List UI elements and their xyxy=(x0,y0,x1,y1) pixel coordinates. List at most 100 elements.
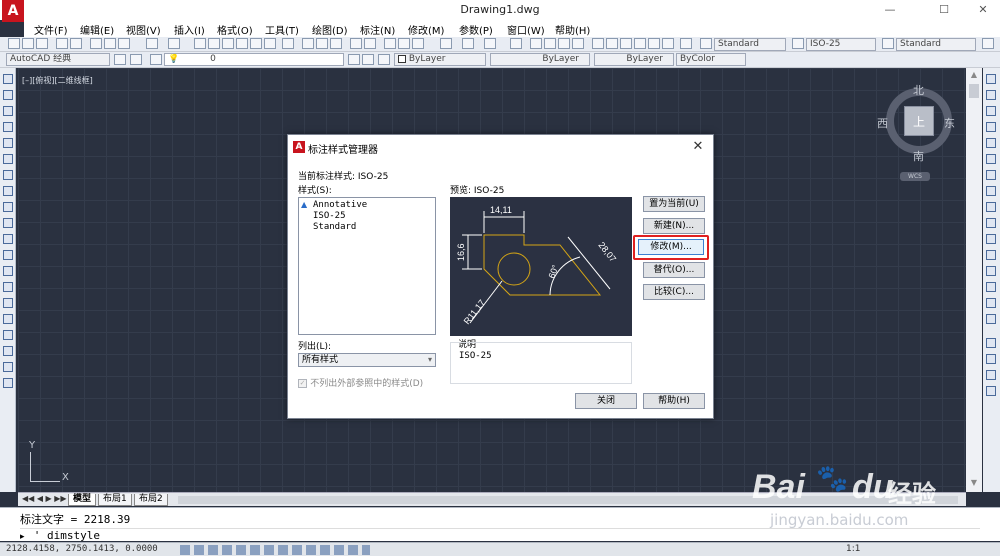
menu-window[interactable]: 窗口(W) xyxy=(507,22,545,37)
rectangle-icon[interactable] xyxy=(3,138,13,148)
stretch-icon[interactable] xyxy=(986,202,996,212)
menu-draw[interactable]: 绘图(D) xyxy=(312,22,348,37)
scroll-thumb[interactable] xyxy=(969,84,979,98)
print-preview-icon[interactable] xyxy=(70,38,82,49)
paste-icon-2[interactable] xyxy=(412,38,424,49)
draworder-icon[interactable] xyxy=(986,338,996,348)
arc-icon[interactable] xyxy=(3,154,13,164)
make-current-icon[interactable] xyxy=(348,54,360,65)
style-item-standard[interactable]: Standard xyxy=(313,222,356,232)
open-file-icon-2[interactable] xyxy=(316,38,328,49)
markup-icon[interactable] xyxy=(648,38,660,49)
copy-icon[interactable] xyxy=(104,38,116,49)
point-icon[interactable] xyxy=(3,282,13,292)
style-item-iso25[interactable]: ISO-25 xyxy=(313,211,346,221)
fillet-icon[interactable] xyxy=(986,298,996,308)
menu-tools[interactable]: 工具(T) xyxy=(265,22,299,37)
polygon-icon[interactable] xyxy=(3,122,13,132)
coordinates[interactable]: 2128.4158, 2750.1413, 0.0000 xyxy=(6,544,158,554)
menu-view[interactable]: 视图(V) xyxy=(126,22,161,37)
list-select[interactable]: 所有样式 ▾ xyxy=(298,353,436,367)
plotstyle-combo[interactable]: ByColor xyxy=(676,53,746,66)
properties-icon[interactable] xyxy=(222,38,234,49)
join-icon[interactable] xyxy=(986,266,996,276)
cut-icon[interactable] xyxy=(90,38,102,49)
xref-checkbox-row[interactable]: ✓ 不列出外部参照中的样式(D) xyxy=(298,376,423,389)
multileader-style-icon[interactable] xyxy=(982,38,994,49)
sheet-set-icon[interactable] xyxy=(634,38,646,49)
save-icon-2[interactable] xyxy=(330,38,342,49)
ellipse-arc-icon[interactable] xyxy=(3,234,13,244)
xref-checkbox[interactable]: ✓ xyxy=(298,378,307,388)
scroll-down-icon[interactable]: ▼ xyxy=(968,478,980,488)
ellipse-icon[interactable] xyxy=(3,218,13,228)
table-icon[interactable] xyxy=(3,346,13,356)
undo-icon-2[interactable] xyxy=(462,38,474,49)
array-icon[interactable] xyxy=(986,138,996,148)
tab-layout2[interactable]: 布局2 xyxy=(134,494,168,506)
offset-icon[interactable] xyxy=(986,122,996,132)
layer-iso-icon[interactable] xyxy=(378,54,390,65)
add-selected-icon[interactable] xyxy=(3,378,13,388)
zoom-window-icon[interactable] xyxy=(558,38,570,49)
app-logo[interactable]: A xyxy=(2,0,24,22)
minimize-button[interactable]: — xyxy=(875,2,905,18)
design-center-icon[interactable] xyxy=(236,38,248,49)
trim-icon[interactable] xyxy=(986,218,996,228)
help-button[interactable]: 帮助(H) xyxy=(643,393,705,409)
set-current-button[interactable]: 置为当前(U) xyxy=(643,196,705,212)
open-file-icon[interactable] xyxy=(22,38,34,49)
multiline-text-icon[interactable] xyxy=(3,362,13,372)
zoom-icon[interactable] xyxy=(208,38,220,49)
menu-help[interactable]: 帮助(H) xyxy=(555,22,590,37)
pan-icon-2[interactable] xyxy=(510,38,522,49)
annotation-scale[interactable]: 1:1 xyxy=(846,544,860,554)
menu-insert[interactable]: 插入(I) xyxy=(174,22,205,37)
compass-west[interactable]: 西 xyxy=(877,115,888,131)
extend-icon[interactable] xyxy=(986,234,996,244)
design-center-icon-2[interactable] xyxy=(606,38,618,49)
draworder-front-icon[interactable] xyxy=(986,354,996,364)
workspace-combo[interactable]: AutoCAD 经典 xyxy=(6,53,110,66)
help-icon[interactable] xyxy=(282,38,294,49)
tab-model[interactable]: 模型 xyxy=(68,494,97,506)
menu-edit[interactable]: 编辑(E) xyxy=(80,22,114,37)
help-icon-2[interactable] xyxy=(680,38,692,49)
gradient-icon[interactable] xyxy=(3,314,13,324)
override-button[interactable]: 替代(O)... xyxy=(643,262,705,278)
save-icon[interactable] xyxy=(36,38,48,49)
menu-dimension[interactable]: 标注(N) xyxy=(360,22,395,37)
tab-nav-arrows[interactable]: ◀◀ ◀ ▶ ▶▶ xyxy=(22,494,67,503)
compass-east[interactable]: 东 xyxy=(944,115,955,131)
menu-format[interactable]: 格式(O) xyxy=(217,22,253,37)
rotate-icon[interactable] xyxy=(986,170,996,180)
text-style-combo[interactable]: Standard xyxy=(714,38,786,51)
text-front-icon[interactable] xyxy=(986,386,996,396)
compare-button[interactable]: 比较(C)... xyxy=(643,284,705,300)
scale-icon[interactable] xyxy=(986,186,996,196)
drafting-toggles[interactable] xyxy=(180,545,370,555)
layer-previous-icon[interactable] xyxy=(362,54,374,65)
hatch-icon[interactable] xyxy=(3,298,13,308)
close-window-button[interactable]: ✕ xyxy=(968,2,998,18)
dialog-close-icon[interactable]: ✕ xyxy=(690,139,706,155)
compass-south[interactable]: 南 xyxy=(913,148,924,164)
settings-icon[interactable] xyxy=(114,54,126,65)
calculator-icon[interactable] xyxy=(264,38,276,49)
insert-block-icon[interactable] xyxy=(3,250,13,260)
new-file-icon[interactable] xyxy=(8,38,20,49)
properties-icon-2[interactable] xyxy=(592,38,604,49)
dim-style-combo[interactable]: ISO-25 xyxy=(806,38,876,51)
viewcube-top-face[interactable]: 上 xyxy=(904,106,934,136)
linetype-combo[interactable]: ByLayer xyxy=(490,53,590,66)
wcs-menu[interactable]: WCS xyxy=(900,172,930,181)
scroll-up-icon[interactable]: ▲ xyxy=(968,70,980,80)
menu-file[interactable]: 文件(F) xyxy=(34,22,68,37)
menu-parameters[interactable]: 参数(P) xyxy=(459,22,493,37)
make-block-icon[interactable] xyxy=(3,266,13,276)
zoom-previous-icon[interactable] xyxy=(572,38,584,49)
copy-icon-2[interactable] xyxy=(398,38,410,49)
style-list[interactable]: ▲ Annotative ISO-25 Standard xyxy=(298,197,436,335)
new-style-button[interactable]: 新建(N)... xyxy=(643,218,705,234)
print-preview-icon-2[interactable] xyxy=(364,38,376,49)
